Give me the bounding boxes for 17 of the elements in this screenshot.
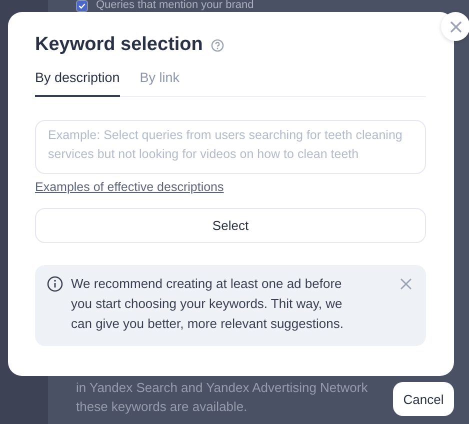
checkmark-icon <box>78 2 86 10</box>
close-button[interactable] <box>441 12 469 41</box>
checkbox[interactable] <box>76 0 88 12</box>
tab[interactable]: By description <box>35 70 120 97</box>
examples-link[interactable]: Examples of effective descriptions <box>35 180 224 194</box>
dialog-title: Keyword selection <box>35 34 203 56</box>
note-text: these keywords are available. <box>76 398 248 416</box>
description-field[interactable]: Example: Select queries from users searching for teeth cleaning services but not looking for videos on how to clean teeth <box>35 120 426 174</box>
cancel-button[interactable]: Cancel <box>393 382 454 416</box>
close-icon <box>450 20 462 32</box>
help-icon[interactable] <box>210 38 224 52</box>
info-icon <box>47 276 63 292</box>
checkbox-label: Queries that mention your brand <box>96 0 254 11</box>
note-text: in Yandex Search and Yandex Advertising Network <box>76 379 368 397</box>
select-button[interactable]: Select <box>35 208 426 243</box>
alert-text: We recommend creating at least one ad before you start choosing your keywords. Thit way, we can give you better, more relevant suggestions. <box>71 275 344 333</box>
close-icon <box>400 278 412 290</box>
